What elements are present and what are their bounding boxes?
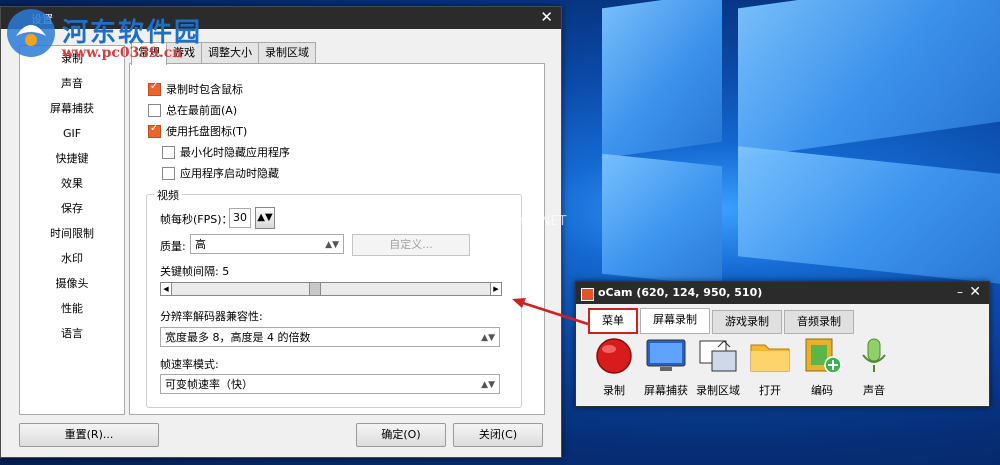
ocam-toolbar: 录制 屏幕捕获 录制区域 打开 编码 声音 [586,337,976,401]
slider-thumb[interactable] [309,283,321,295]
tab-game-record[interactable]: 游戏录制 [712,310,782,334]
tab-menu[interactable]: 菜单 [588,308,638,334]
window-logo-pane [738,146,1000,284]
annotation-arrow-icon [512,298,589,326]
compat-select[interactable]: 宽度最多 8，高度是 4 的倍数 ▲▼ [160,327,500,347]
close-button[interactable]: 关闭(C) [453,423,543,447]
checkbox-box[interactable] [148,123,161,138]
chevron-updown-icon: ▲▼ [325,240,339,250]
checkbox-always-on-top[interactable]: 总在最前面(A) [148,102,237,118]
chevron-right-icon[interactable]: ▶ [490,283,501,295]
close-icon[interactable]: ✕ [969,284,981,300]
video-group-label: 视频 [154,187,182,203]
tab-screen-record[interactable]: 屏幕录制 [640,308,710,334]
framerate-mode-select[interactable]: 可变帧速率（快） ▲▼ [160,374,500,394]
nav-item-camera[interactable]: 摄像头 [20,271,124,296]
window-logo-pane [602,0,722,159]
close-icon[interactable]: ✕ [540,8,553,26]
tool-label: 屏幕捕获 [644,384,688,397]
monitor-icon [646,339,686,371]
tab-record-area[interactable]: 录制区域 [258,42,316,63]
keyframe-label: 关键帧间隔: 5 [160,265,230,278]
custom-button[interactable]: 自定义... [352,234,470,256]
window-logo-pane [602,153,722,287]
quality-label: 质量: [160,240,186,253]
keyframe-slider[interactable]: ◀ ▶ [160,282,502,296]
ocam-titlebar[interactable]: oCam (620, 124, 950, 510) – ✕ [576,282,989,304]
settings-window: 设置 ✕ 录制 声音 屏幕捕获 GIF 快捷键 效果 保存 时间限制 水印 摄像… [0,6,562,458]
window-logo-pane [738,0,1000,159]
tool-label: 录制区域 [696,384,740,397]
settings-nav: 录制 声音 屏幕捕获 GIF 快捷键 效果 保存 时间限制 水印 摄像头 性能 … [19,45,125,415]
tool-label: 录制 [603,384,625,397]
checkbox-label: 总在最前面(A) [166,104,238,117]
record-area-button[interactable]: 录制区域 [692,337,744,398]
checkbox-hide-on-start[interactable]: 应用程序启动时隐藏 [162,165,279,181]
nav-item-effects[interactable]: 效果 [20,171,124,196]
watermark-title: 河东软件园 [62,18,203,48]
general-panel: 录制时包含鼠标 总在最前面(A) 使用托盘图标(T) 最小化时隐藏应用程序 应用… [129,63,545,415]
checkbox-box[interactable] [162,145,175,159]
record-button[interactable]: 录制 [588,337,640,398]
watermark-text: www.pHome.NET [455,214,567,229]
framerate-mode-label: 帧速率模式: [160,358,219,371]
nav-item-gif[interactable]: GIF [20,121,124,146]
tool-label: 打开 [759,384,781,397]
watermark-logo-icon [7,9,55,57]
checkbox-box[interactable] [162,166,175,180]
nav-item-capture[interactable]: 屏幕捕获 [20,96,124,121]
ocam-tabs: 菜单 屏幕录制 游戏录制 音频录制 [588,308,856,334]
quality-select[interactable]: 高 ▲▼ [190,234,344,254]
nav-item-hotkeys[interactable]: 快捷键 [20,146,124,171]
checkbox-include-mouse[interactable]: 录制时包含鼠标 [148,81,243,97]
sound-button[interactable]: 声音 [848,337,900,398]
checkbox-hide-on-minimize[interactable]: 最小化时隐藏应用程序 [162,144,290,160]
nav-item-time-limit[interactable]: 时间限制 [20,221,124,246]
fps-spinner[interactable]: ▲▼ [255,207,275,229]
ok-button[interactable]: 确定(O) [356,423,446,447]
nav-item-performance[interactable]: 性能 [20,296,124,321]
checkbox-tray-icon[interactable]: 使用托盘图标(T) [148,123,247,139]
watermark-url: www.pc0359.cn [62,45,183,61]
microphone-icon [862,338,886,372]
compat-value: 宽度最多 8，高度是 4 的倍数 [165,331,311,344]
checkbox-label: 使用托盘图标(T) [166,125,248,138]
checkbox-label: 录制时包含鼠标 [166,83,243,96]
quality-value: 高 [195,238,206,251]
minimize-icon[interactable]: – [957,285,963,299]
ocam-window: oCam (620, 124, 950, 510) – ✕ 菜单 屏幕录制 游戏… [575,281,990,407]
checkbox-box[interactable] [148,103,161,117]
nav-item-save[interactable]: 保存 [20,196,124,221]
record-area-icon [699,340,737,372]
screen-capture-button[interactable]: 屏幕捕获 [640,337,692,398]
ocam-title: oCam (620, 124, 950, 510) [598,286,763,299]
chevron-left-icon[interactable]: ◀ [161,283,172,295]
chevron-updown-icon: ▲▼ [481,333,495,343]
tool-label: 编码 [811,384,833,397]
nav-item-language[interactable]: 语言 [20,321,124,346]
open-button[interactable]: 打开 [744,337,796,398]
framerate-mode-value: 可变帧速率（快） [165,378,253,391]
folder-icon [750,344,790,372]
encode-button[interactable]: 编码 [796,337,848,398]
checkbox-label: 最小化时隐藏应用程序 [180,146,290,159]
checkbox-box[interactable] [148,81,161,96]
tab-resize[interactable]: 调整大小 [201,42,259,63]
record-icon [596,338,632,374]
reset-button[interactable]: 重置(R)... [19,423,159,447]
checkbox-label: 应用程序启动时隐藏 [180,167,279,180]
film-add-icon [805,338,842,374]
tool-label: 声音 [863,384,885,397]
nav-item-sound[interactable]: 声音 [20,71,124,96]
fps-label: 帧每秒(FPS)： [160,213,233,226]
tab-audio-record[interactable]: 音频录制 [784,310,854,334]
nav-item-watermark[interactable]: 水印 [20,246,124,271]
chevron-updown-icon: ▲▼ [481,380,495,390]
fps-input[interactable]: 30 [229,208,251,228]
compat-label: 分辨率解码器兼容性: [160,310,263,323]
